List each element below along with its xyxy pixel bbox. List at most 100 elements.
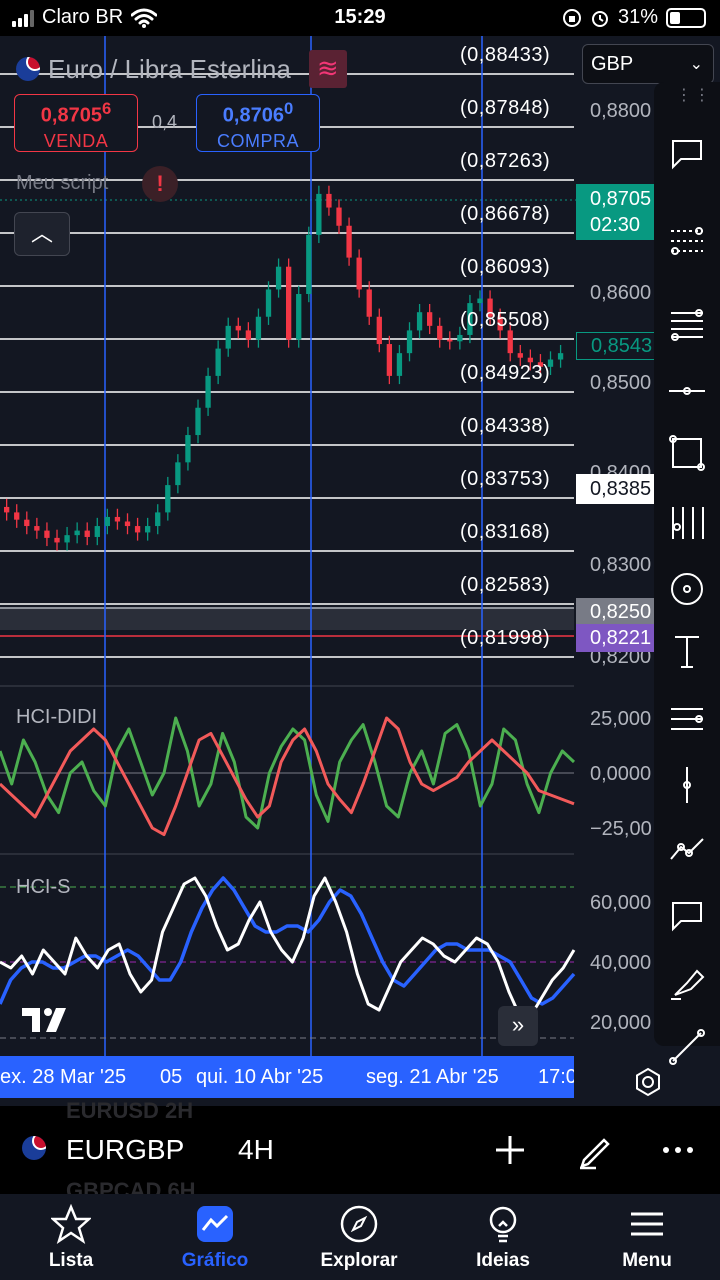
- hci-s-axis-label: 40,000: [590, 952, 652, 974]
- parallel-channel-tool-icon[interactable]: [666, 698, 708, 740]
- candle-body: [265, 289, 272, 317]
- candle-body: [286, 266, 292, 340]
- time-axis-label: ex. 28 Mar '25: [0, 1066, 127, 1088]
- hci-s-axis-label: 60,000: [590, 892, 652, 914]
- candle-body: [346, 225, 352, 258]
- add-plus-icon[interactable]: [490, 1130, 530, 1170]
- fib-level-label: (0,83168): [460, 521, 551, 543]
- buy-price: 0,8706: [222, 104, 284, 127]
- text-tool-icon[interactable]: [666, 630, 708, 672]
- pair-title[interactable]: Euro / Libra Esterlina ≋: [16, 50, 347, 88]
- hci-s-label[interactable]: HCI-S: [16, 876, 70, 899]
- orientation-lock-icon: [562, 8, 581, 27]
- tradingview-logo-icon[interactable]: [20, 1004, 76, 1036]
- current-price-value: 0,8705: [590, 188, 652, 210]
- candle-body: [94, 526, 100, 537]
- tab-ideias[interactable]: Ideias: [448, 1204, 558, 1272]
- bottom-tab-bar: Lista Gráfico Explorar Ideias Menu: [0, 1194, 720, 1280]
- fib-channel-tool-icon[interactable]: [666, 304, 708, 346]
- lightbulb-icon: [489, 1206, 517, 1243]
- status-bar: Claro BR 15:29 31%: [0, 0, 720, 36]
- didi-axis-label: 25,000: [590, 708, 652, 730]
- chart-area[interactable]: Euro / Libra Esterlina ≋ 0,87056 VENDA 0…: [0, 36, 720, 1106]
- collapse-legend-button[interactable]: ︿: [14, 212, 70, 256]
- candle-body: [124, 521, 131, 527]
- candle-body: [34, 526, 40, 531]
- price-axis-label: 0,8800: [590, 100, 652, 122]
- candle-body: [54, 537, 60, 543]
- brush-tool-icon[interactable]: [666, 962, 708, 1004]
- fib-level-label: (0,87848): [460, 97, 551, 119]
- price-tag-purple: 0,8221: [576, 624, 656, 652]
- didi-axis-label: 0,0000: [590, 763, 652, 785]
- candle-body: [376, 316, 382, 345]
- hci-s-white-line: [0, 876, 576, 1018]
- tab-grafico[interactable]: Gráfico: [160, 1204, 270, 1272]
- candle-body: [245, 330, 252, 340]
- candle-body: [396, 353, 403, 376]
- candle-body: [104, 516, 111, 527]
- fib-level-label: (0,82583): [460, 574, 551, 596]
- toolbar-grip-icon[interactable]: ⋮⋮: [676, 88, 712, 104]
- sell-price: 0,8705: [40, 104, 102, 127]
- buy-button[interactable]: 0,87060 COMPRA: [196, 94, 320, 152]
- horizontal-line-tool-icon[interactable]: [666, 370, 708, 412]
- candle-countdown: 02:30: [590, 214, 641, 236]
- hci-s-blue-line: [0, 876, 576, 1006]
- fib-level-label: (0,85508): [460, 309, 551, 331]
- candle-body: [175, 462, 181, 486]
- circle-tool-icon[interactable]: [666, 568, 708, 610]
- symbol-bar: EURUSD 2H EURGBP 4H GBPCAD 6H: [0, 1098, 720, 1203]
- candle-body: [44, 530, 50, 538]
- time-axis[interactable]: ex. 28 Mar '25 05 qui. 10 Abr '25 seg. 2…: [0, 1056, 574, 1098]
- callout-tool-icon[interactable]: [666, 132, 708, 174]
- comment-tool-icon[interactable]: [666, 894, 708, 936]
- status-right: 31%: [562, 6, 706, 29]
- battery-percent: 31%: [617, 6, 658, 28]
- compass-icon: [340, 1205, 378, 1243]
- drawing-pencil-icon[interactable]: [576, 1130, 616, 1170]
- tab-lista[interactable]: Lista: [16, 1204, 126, 1272]
- didi-axis-label: −25,00: [590, 818, 652, 840]
- symbol-flag-icon: [22, 1136, 46, 1160]
- candle-body: [316, 193, 322, 235]
- currency-select[interactable]: GBP ⌄: [582, 44, 714, 84]
- trend-path-tool-icon[interactable]: [666, 828, 708, 870]
- rectangle-tool-icon[interactable]: [666, 432, 708, 474]
- fib-retracement-tool-icon[interactable]: [666, 220, 708, 262]
- time-axis-label: 05: [160, 1066, 183, 1088]
- script-error-icon[interactable]: !: [142, 166, 178, 202]
- eur-gbp-flag-icon: [16, 57, 40, 81]
- hci-didi-label[interactable]: HCI-DIDI: [16, 706, 97, 729]
- candle-body: [447, 339, 453, 342]
- pitchfork-tool-icon[interactable]: [666, 502, 708, 544]
- fib-level-label: (0,88433): [460, 44, 551, 66]
- chart-settings-icon[interactable]: [632, 1066, 664, 1098]
- scroll-to-realtime-button[interactable]: »: [498, 1006, 538, 1046]
- time-axis-label: 17:0: [538, 1066, 574, 1088]
- candle-body: [134, 526, 141, 533]
- trend-line-tool-icon[interactable]: [666, 1026, 708, 1068]
- current-price-tag: 0,8705 02:30: [576, 184, 656, 240]
- candle-body: [437, 325, 443, 340]
- script-label[interactable]: Meu script: [16, 172, 108, 195]
- candle-body: [416, 312, 423, 331]
- chart-icon: [197, 1206, 233, 1242]
- candle-body: [366, 289, 372, 317]
- wave-indicator-icon[interactable]: ≋: [308, 50, 347, 88]
- symbol-name[interactable]: EURGBP: [66, 1134, 184, 1166]
- chevron-up-icon: ︿: [30, 221, 53, 246]
- price-axis-label: 0,8300: [590, 554, 652, 576]
- tab-explorar[interactable]: Explorar: [304, 1204, 414, 1272]
- interval-value[interactable]: 4H: [238, 1134, 274, 1166]
- alarm-icon: [591, 10, 608, 27]
- candle-body: [114, 516, 121, 522]
- more-options-icon[interactable]: [658, 1130, 698, 1170]
- vertical-line-tool-icon[interactable]: [666, 764, 708, 806]
- hci-s-axis-label: 20,000: [590, 1012, 652, 1034]
- tab-menu[interactable]: Menu: [592, 1204, 702, 1272]
- price-tag-grey: 0,8250: [576, 598, 656, 626]
- sell-button[interactable]: 0,87056 VENDA: [14, 94, 138, 152]
- candle-body: [296, 294, 302, 340]
- double-chevron-right-icon: »: [511, 1012, 525, 1037]
